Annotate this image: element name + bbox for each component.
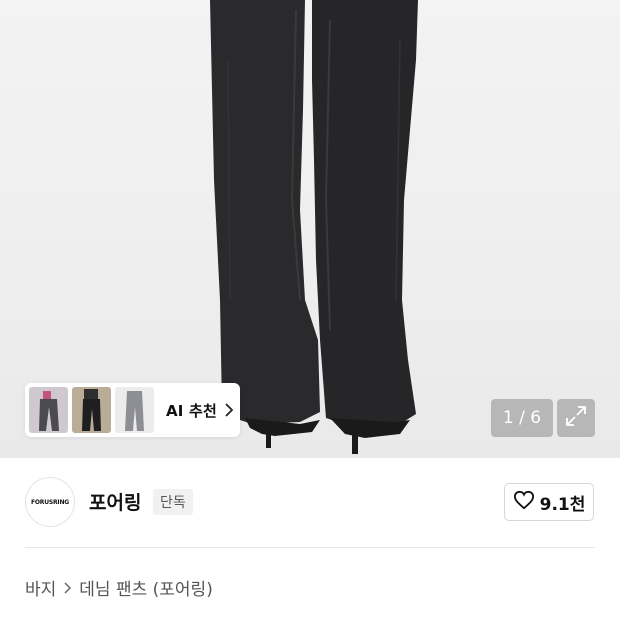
chevron-right-icon — [225, 402, 234, 421]
like-button[interactable]: 9.1천 — [504, 483, 594, 521]
recommend-thumbnail-3[interactable] — [115, 387, 154, 433]
ai-recommend-label: AI 추천 — [166, 401, 218, 420]
divider — [25, 547, 595, 548]
breadcrumb: 바지 데님 팬츠 (포어링) — [25, 575, 213, 600]
expand-button[interactable] — [557, 399, 595, 437]
chevron-right-icon — [64, 581, 72, 594]
image-counter: 1 / 6 — [491, 399, 553, 437]
heart-icon — [513, 490, 535, 514]
brand-logo[interactable]: FORUSRING — [25, 477, 75, 527]
breadcrumb-subcategory[interactable]: 데님 팬츠 (포어링) — [79, 575, 213, 600]
exclusive-badge: 단독 — [153, 489, 193, 515]
expand-icon — [565, 405, 587, 431]
like-count: 9.1천 — [539, 494, 586, 515]
ai-recommend-card[interactable]: AI 추천 — [25, 383, 240, 437]
product-image[interactable]: AI 추천 1 / 6 — [0, 0, 620, 458]
brand-logo-text: FORUSRING — [30, 498, 69, 506]
recommend-thumbnail-2[interactable] — [72, 387, 111, 433]
breadcrumb-category[interactable]: 바지 — [25, 575, 56, 600]
recommend-thumbnail-1[interactable] — [29, 387, 68, 433]
brand-name[interactable]: 포어링 — [89, 488, 141, 515]
